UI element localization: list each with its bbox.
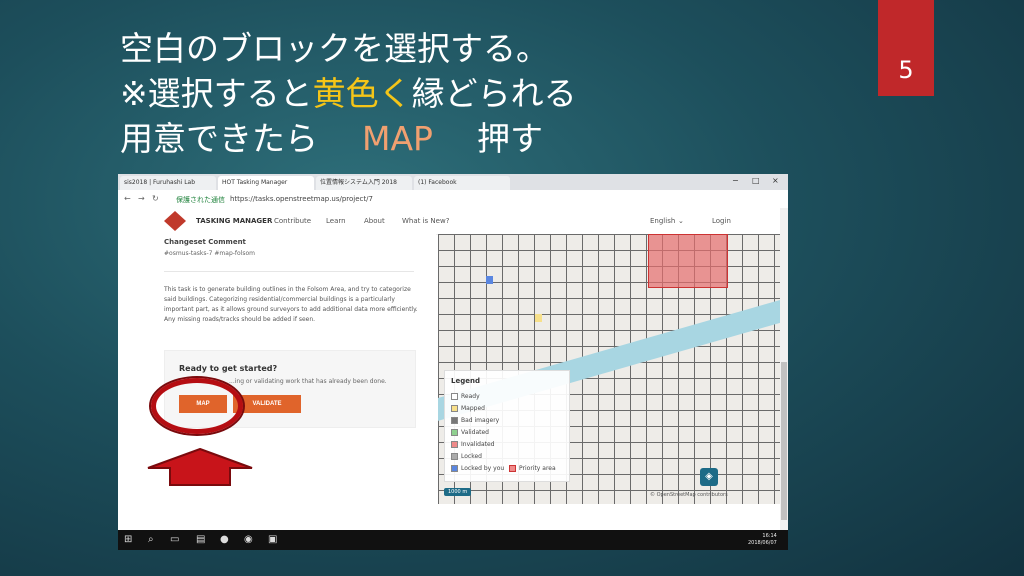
- changeset-tags: #osmus-tasks-7 #map-folsom: [164, 250, 256, 257]
- hot-logo-icon[interactable]: [164, 211, 186, 231]
- back-icon[interactable]: ←: [124, 194, 131, 203]
- map-attribution[interactable]: © OpenStreetMap contributors: [650, 492, 728, 498]
- legend-swatch: [451, 417, 458, 424]
- legend-swatch: [451, 405, 458, 412]
- scrollbar-thumb[interactable]: [781, 362, 787, 520]
- highlight-circle: [151, 378, 243, 434]
- legend-item-priority: Priority area: [509, 465, 556, 472]
- taskbar-clock[interactable]: 16:14 2018/06/07: [748, 533, 777, 547]
- legend-item: Bad imagery: [451, 417, 499, 424]
- forward-icon[interactable]: →: [138, 194, 145, 203]
- close-icon[interactable]: ×: [772, 176, 779, 185]
- map-legend: Legend Ready Mapped Bad imagery Validate…: [444, 370, 570, 482]
- legend-item: Locked: [451, 453, 482, 460]
- legend-swatch: [509, 465, 516, 472]
- legend-swatch: [451, 441, 458, 448]
- powerpoint-icon[interactable]: ▣: [268, 534, 277, 545]
- legend-item: Mapped: [451, 405, 485, 412]
- nav-whats-new[interactable]: What is New?: [402, 217, 449, 225]
- map-scale: 1000 m: [444, 488, 472, 496]
- url-text[interactable]: https://tasks.openstreetmap.us/project/7: [230, 195, 373, 203]
- title-line-1: 空白のブロックを選択する。: [120, 29, 549, 68]
- changeset-title: Changeset Comment: [164, 238, 246, 246]
- title-highlight: 黄色く: [312, 74, 412, 113]
- divider: [164, 271, 414, 272]
- nav-about[interactable]: About: [364, 217, 385, 225]
- legend-item: Ready: [451, 393, 480, 400]
- mapped-task-cell[interactable]: [535, 314, 542, 322]
- legend-swatch: [451, 465, 458, 472]
- project-description: This task is to generate building outlin…: [164, 286, 418, 323]
- layers-icon[interactable]: ◈: [700, 468, 718, 486]
- validate-button[interactable]: VALIDATE: [233, 395, 301, 413]
- title-line-3a: 用意できたら: [120, 119, 318, 158]
- chevron-down-icon[interactable]: ⌄: [678, 217, 684, 225]
- legend-swatch: [451, 429, 458, 436]
- task-map[interactable]: Legend Ready Mapped Bad imagery Validate…: [438, 234, 780, 504]
- page-scrollbar[interactable]: [780, 208, 788, 530]
- maximize-icon[interactable]: □: [752, 176, 760, 185]
- browser-tab-strip: sis2018 | Furuhashi Lab HOT Tasking Mana…: [118, 174, 788, 190]
- secure-label: 保護された通信: [176, 196, 225, 204]
- legend-title: Legend: [451, 377, 480, 385]
- ready-title: Ready to get started?: [179, 364, 278, 373]
- nav-contribute[interactable]: Contribute: [274, 217, 311, 225]
- slide-number-badge: 5: [878, 0, 934, 96]
- logo-text[interactable]: TASKING MANAGER: [196, 217, 272, 225]
- ready-subtitle: ...ing or validating work that has alrea…: [229, 378, 387, 385]
- legend-swatch: [451, 393, 458, 400]
- firefox-icon[interactable]: ●: [220, 534, 229, 545]
- legend-item: Locked by you: [451, 465, 504, 472]
- browser-tab-active[interactable]: HOT Tasking Manager: [218, 176, 314, 190]
- site-header: TASKING MANAGER Contribute Learn About W…: [118, 208, 788, 235]
- address-bar[interactable]: ← → ↻ 保護された通信 https://tasks.openstreetma…: [118, 190, 788, 209]
- windows-taskbar: ⊞ ⌕ ▭ ▤ ● ◉ ▣ 16:14 2018/06/07: [118, 530, 788, 550]
- nav-learn[interactable]: Learn: [326, 217, 346, 225]
- legend-item: Validated: [451, 429, 489, 436]
- file-explorer-icon[interactable]: ▤: [196, 534, 205, 545]
- login-link[interactable]: Login: [712, 217, 731, 225]
- reload-icon[interactable]: ↻: [152, 194, 159, 203]
- legend-swatch: [451, 453, 458, 460]
- locked-task-cell[interactable]: [486, 276, 493, 284]
- title-map-word: MAP: [362, 119, 433, 158]
- title-line-2a: ※選択すると: [120, 74, 313, 113]
- browser-tab[interactable]: sis2018 | Furuhashi Lab: [120, 176, 216, 190]
- task-view-icon[interactable]: ▭: [170, 534, 179, 545]
- browser-tab[interactable]: (1) Facebook: [414, 176, 510, 190]
- legend-item: Invalidated: [451, 441, 494, 448]
- priority-area: [648, 234, 728, 288]
- title-line-3c: 押す: [476, 119, 543, 158]
- search-icon[interactable]: ⌕: [148, 534, 154, 545]
- up-arrow-icon: [147, 448, 253, 486]
- title-line-2c: 縁どられる: [411, 74, 577, 113]
- language-selector[interactable]: English: [650, 217, 675, 225]
- slide-title: 空白のブロックを選択する。 ※選択すると黄色く縁どられる 用意できたら MAP 押す: [120, 26, 577, 161]
- browser-tab[interactable]: 位置情報システム入門 2018: [316, 176, 412, 190]
- minimize-icon[interactable]: −: [732, 176, 739, 185]
- chrome-icon[interactable]: ◉: [244, 534, 253, 545]
- screenshot-frame: sis2018 | Furuhashi Lab HOT Tasking Mana…: [118, 174, 788, 550]
- windows-start-icon[interactable]: ⊞: [124, 534, 132, 545]
